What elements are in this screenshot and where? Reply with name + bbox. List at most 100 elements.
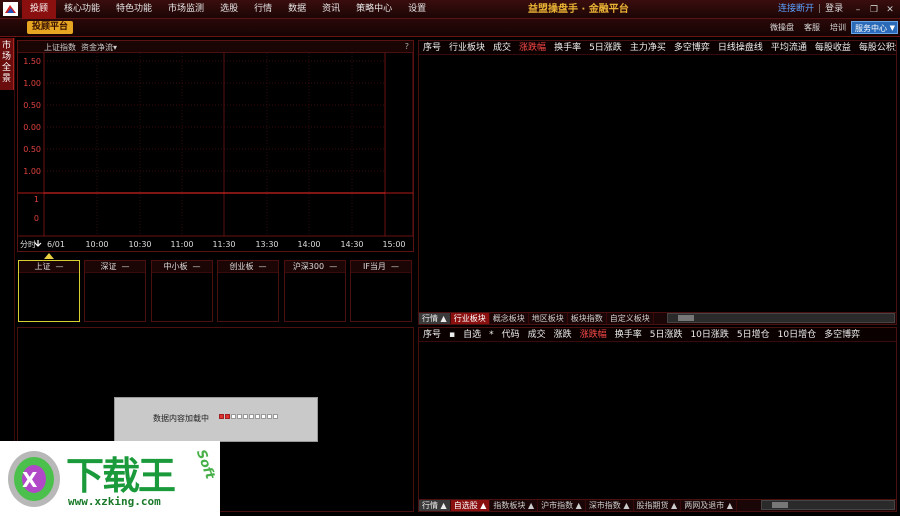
column-header[interactable]: 每股收益 <box>811 41 855 54</box>
column-header[interactable]: 序号 <box>419 41 445 54</box>
service-center-button[interactable]: 服务中心 ▼ <box>851 21 898 34</box>
training-link[interactable]: 培训 <box>830 19 846 37</box>
service-center-label: 服务中心 <box>855 24 887 33</box>
intraday-chart-panel: 上证指数 资金净流▾ ? 1.50 1.00 0.50 0.00 0.50 1.00 1 0 … <box>17 40 414 252</box>
column-header[interactable]: 行业板块 <box>445 41 489 54</box>
column-header[interactable]: 每股公积金 <box>855 41 896 54</box>
menu-item[interactable]: 核心功能 <box>56 0 108 19</box>
x-tick-label: 14:00 <box>297 240 320 249</box>
progress-segment <box>243 414 248 419</box>
menu-item[interactable]: 策略中心 <box>348 0 400 19</box>
window-controls: – ❐ ✕ <box>852 0 896 19</box>
tab[interactable]: 行情 ▲ <box>419 313 451 324</box>
column-header[interactable]: 换手率 <box>550 41 585 54</box>
progress-segment <box>261 414 266 419</box>
tab[interactable]: 沪市指数 ▲ <box>538 500 586 511</box>
sub-links: 微操盘 客服 培训 <box>770 19 846 37</box>
index-box[interactable]: IF当月 — <box>350 260 412 322</box>
menu-item[interactable]: 设置 <box>400 0 434 19</box>
tab[interactable]: 行情 ▲ <box>419 500 451 511</box>
tab[interactable]: 自定义板块 <box>607 313 654 324</box>
index-name: IF当月 <box>362 262 386 271</box>
column-header[interactable]: 涨跌幅 <box>576 328 611 341</box>
column-header[interactable]: 主力净买 <box>626 41 670 54</box>
index-box-header: 深证 — <box>85 261 145 273</box>
column-header[interactable]: ▪ <box>445 328 459 341</box>
login-link[interactable]: 登录 <box>825 0 843 19</box>
watermark-brand: 下载王 <box>66 454 176 498</box>
help-icon[interactable]: ? <box>405 42 409 51</box>
close-icon[interactable]: ✕ <box>884 4 896 16</box>
tab[interactable]: 两网及退市 ▲ <box>681 500 737 511</box>
period-label[interactable]: 分时 <box>20 239 36 249</box>
x-tick-label: 15:00 <box>382 240 405 249</box>
menu-item[interactable]: 行情 <box>246 0 280 19</box>
scrollbar-thumb[interactable] <box>772 502 788 508</box>
chevron-down-icon: ▼ <box>889 24 895 32</box>
column-header[interactable]: 平均流通 <box>767 41 811 54</box>
scrollbar-thumb[interactable] <box>678 315 694 321</box>
column-header[interactable]: 10日增仓 <box>774 328 820 341</box>
index-box[interactable]: 上证 — <box>18 260 80 322</box>
menu-item[interactable]: 市场监测 <box>160 0 212 19</box>
brand-title: 益盟操盘手 · 金融平台 <box>528 4 629 15</box>
tab[interactable]: 股指期货 ▲ <box>634 500 682 511</box>
index-box[interactable]: 中小板 — <box>151 260 213 322</box>
column-header[interactable]: 多空博弈 <box>820 328 864 341</box>
tab[interactable]: 地区板块 <box>529 313 568 324</box>
tab[interactable]: 概念板块 <box>490 313 529 324</box>
micro-trading-link[interactable]: 微操盘 <box>770 19 794 37</box>
column-header[interactable]: 代码 <box>498 328 524 341</box>
tab[interactable]: 指数板块 ▲ <box>490 500 539 511</box>
column-header[interactable]: * <box>485 328 498 341</box>
market-overview-tab[interactable]: 市场全景 <box>0 38 14 90</box>
tab[interactable]: 自选股 ▲ <box>450 500 491 511</box>
horizontal-scrollbar[interactable] <box>667 313 895 323</box>
menu-item[interactable]: 资讯 <box>314 0 348 19</box>
main-menu: 投顾 核心功能 特色功能 市场监测 选股 行情 数据 资讯 策略中心 设置 <box>22 0 434 19</box>
column-header[interactable]: 日线操盘线 <box>714 41 767 54</box>
advisor-platform-tab[interactable]: 投顾平台 <box>27 21 74 34</box>
index-value: — <box>391 262 400 271</box>
column-header[interactable]: 成交 <box>524 328 550 341</box>
minimize-icon[interactable]: – <box>852 4 864 16</box>
intraday-chart: 1.50 1.00 0.50 0.00 0.50 1.00 1 0 10:00 10:30 11:… <box>18 53 413 251</box>
customer-service-link[interactable]: 客服 <box>804 19 820 37</box>
column-header[interactable]: 10日涨跌 <box>686 328 732 341</box>
tab[interactable]: 行业板块 <box>450 313 490 324</box>
column-header[interactable]: 5日涨跌 <box>585 41 626 54</box>
tab[interactable]: 板块指数 <box>568 313 607 324</box>
y-tick-label: 1.50 <box>23 57 41 66</box>
menu-item[interactable]: 投顾 <box>22 0 57 19</box>
column-header[interactable]: 成交 <box>489 41 515 54</box>
menu-item[interactable]: 数据 <box>280 0 314 19</box>
column-header[interactable]: 涨跌幅 <box>515 41 550 54</box>
column-header[interactable]: 多空博弈 <box>670 41 714 54</box>
tab[interactable]: 深市指数 ▲ <box>586 500 634 511</box>
y-tick-label: 1.00 <box>23 79 41 88</box>
x-tick-label: 10:30 <box>128 240 151 249</box>
horizontal-scrollbar[interactable] <box>761 500 895 510</box>
y-tick-label: 0.00 <box>23 123 41 132</box>
connection-status-link[interactable]: 连接断开 <box>778 0 814 19</box>
progress-segment <box>267 414 272 419</box>
column-header[interactable]: 换手率 <box>611 328 646 341</box>
column-header[interactable]: 自选 <box>459 328 485 341</box>
index-box[interactable]: 创业板 — <box>217 260 279 322</box>
index-name: 上证指数 <box>44 43 76 52</box>
menu-item[interactable]: 特色功能 <box>108 0 160 19</box>
watermark-url: www.xzking.com <box>68 495 161 508</box>
index-value: — <box>329 262 338 271</box>
x-tick-label: 14:30 <box>340 240 363 249</box>
index-box[interactable]: 沪深300 — <box>284 260 346 322</box>
column-header[interactable]: 5日增仓 <box>733 328 774 341</box>
column-header[interactable]: 序号 <box>419 328 445 341</box>
index-name: 深证 <box>100 262 117 271</box>
index-box-header: 中小板 — <box>152 261 212 273</box>
menu-item[interactable]: 选股 <box>212 0 246 19</box>
fund-flow-selector[interactable]: 资金净流▾ <box>81 42 117 53</box>
restore-icon[interactable]: ❐ <box>868 4 880 16</box>
column-header[interactable]: 5日涨跌 <box>646 328 687 341</box>
index-box[interactable]: 深证 — <box>84 260 146 322</box>
column-header[interactable]: 涨跌 <box>550 328 576 341</box>
